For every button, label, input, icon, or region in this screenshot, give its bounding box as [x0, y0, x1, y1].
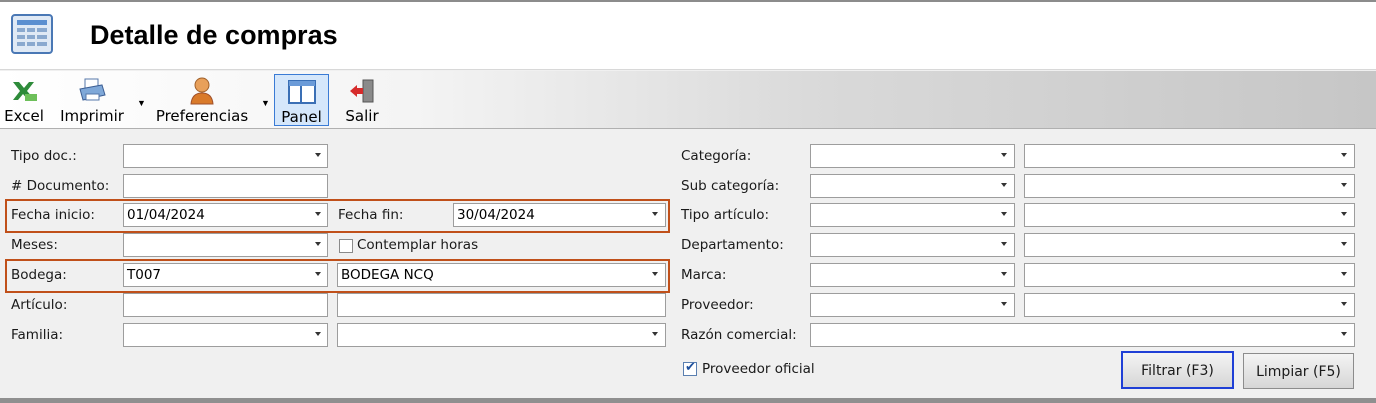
excel-icon: [13, 82, 37, 101]
window: Detalle de compras Excel Imprimir ▼ Pref…: [0, 0, 1376, 403]
excel-label: Excel: [4, 107, 44, 125]
proveedor-label: Proveedor:: [681, 297, 754, 313]
bodega-highlight-box: [5, 259, 670, 293]
familia-code-select[interactable]: [123, 323, 328, 347]
imprimir-label: Imprimir: [60, 107, 124, 125]
proveedor-name-select[interactable]: [1024, 293, 1355, 317]
proveedor-code-select[interactable]: [810, 293, 1015, 317]
marca-code-select[interactable]: [810, 263, 1015, 287]
salir-button[interactable]: Salir: [340, 74, 384, 126]
user-icon: [190, 77, 214, 105]
bottom-border: [0, 398, 1376, 403]
proveedor-oficial-checkbox[interactable]: ✔: [683, 360, 697, 376]
panel-icon: [287, 80, 316, 104]
limpiar-button[interactable]: Limpiar (F5): [1243, 353, 1354, 389]
toolbar: Excel Imprimir ▼ Preferencias ▼ Panel Sa…: [0, 71, 1376, 129]
articulo-label: Artículo:: [11, 297, 68, 313]
contemplar-horas-checkbox[interactable]: [339, 239, 353, 253]
meses-chevron-icon[interactable]: [315, 242, 321, 246]
meses-label: Meses:: [11, 237, 58, 253]
documento-input[interactable]: [123, 174, 328, 198]
tipo-doc-label: Tipo doc.:: [11, 148, 77, 164]
sub-categoria-label: Sub categoría:: [681, 178, 780, 194]
preferencias-label: Preferencias: [155, 107, 249, 125]
excel-button[interactable]: Excel: [2, 74, 46, 126]
tipo-doc-chevron-icon[interactable]: [315, 153, 321, 157]
preferencias-dropdown-icon[interactable]: ▼: [261, 98, 270, 108]
marca-name-select[interactable]: [1024, 263, 1355, 287]
title-bar: Detalle de compras: [0, 0, 1376, 70]
familia-name-select[interactable]: [337, 323, 666, 347]
tipo-articulo-name-chevron-icon[interactable]: [1341, 212, 1347, 216]
categoria-name-chevron-icon[interactable]: [1341, 153, 1347, 157]
departamento-code-chevron-icon[interactable]: [1001, 242, 1007, 246]
imprimir-button[interactable]: Imprimir: [56, 74, 128, 126]
filtrar-button[interactable]: Filtrar (F3): [1121, 351, 1234, 389]
marca-code-chevron-icon[interactable]: [1001, 272, 1007, 276]
tipo-articulo-label: Tipo artículo:: [681, 207, 770, 223]
table-icon: [11, 14, 53, 54]
razon-comercial-label: Razón comercial:: [681, 327, 797, 343]
departamento-name-select[interactable]: [1024, 233, 1355, 257]
departamento-name-chevron-icon[interactable]: [1341, 242, 1347, 246]
preferencias-button[interactable]: Preferencias: [153, 74, 251, 126]
articulo-code-input[interactable]: [123, 293, 328, 317]
panel-label: Panel: [281, 108, 322, 126]
familia-name-chevron-icon[interactable]: [652, 332, 658, 336]
proveedor-code-chevron-icon[interactable]: [1001, 302, 1007, 306]
fecha-highlight-box: [5, 199, 670, 233]
categoria-code-select[interactable]: [810, 144, 1015, 168]
proveedor-name-chevron-icon[interactable]: [1341, 302, 1347, 306]
categoria-name-select[interactable]: [1024, 144, 1355, 168]
meses-select[interactable]: [123, 233, 328, 257]
marca-label: Marca:: [681, 267, 727, 283]
departamento-code-select[interactable]: [810, 233, 1015, 257]
page-title: Detalle de compras: [90, 20, 338, 50]
familia-code-chevron-icon[interactable]: [315, 332, 321, 336]
departamento-label: Departamento:: [681, 237, 784, 253]
familia-label: Familia:: [11, 327, 64, 343]
sub-categoria-name-chevron-icon[interactable]: [1341, 183, 1347, 187]
categoria-label: Categoría:: [681, 148, 752, 164]
tipo-articulo-code-select[interactable]: [810, 203, 1015, 227]
categoria-code-chevron-icon[interactable]: [1001, 153, 1007, 157]
exit-icon: [350, 79, 374, 103]
checkmark-icon: ✔: [685, 360, 696, 375]
articulo-name-input[interactable]: [337, 293, 666, 317]
tipo-articulo-code-chevron-icon[interactable]: [1001, 212, 1007, 216]
marca-name-chevron-icon[interactable]: [1341, 272, 1347, 276]
salir-label: Salir: [345, 107, 379, 125]
printer-icon: [79, 78, 106, 101]
tipo-doc-select[interactable]: [123, 144, 328, 168]
sub-categoria-name-select[interactable]: [1024, 174, 1355, 198]
proveedor-oficial-label: Proveedor oficial: [702, 361, 815, 377]
sub-categoria-code-chevron-icon[interactable]: [1001, 183, 1007, 187]
razon-comercial-select[interactable]: [810, 323, 1355, 347]
panel-button[interactable]: Panel: [274, 74, 329, 126]
sub-categoria-code-select[interactable]: [810, 174, 1015, 198]
imprimir-dropdown-icon[interactable]: ▼: [137, 98, 146, 108]
contemplar-horas-label: Contemplar horas: [357, 237, 479, 253]
razon-comercial-chevron-icon[interactable]: [1341, 332, 1347, 336]
documento-label: # Documento:: [11, 178, 110, 194]
tipo-articulo-name-select[interactable]: [1024, 203, 1355, 227]
